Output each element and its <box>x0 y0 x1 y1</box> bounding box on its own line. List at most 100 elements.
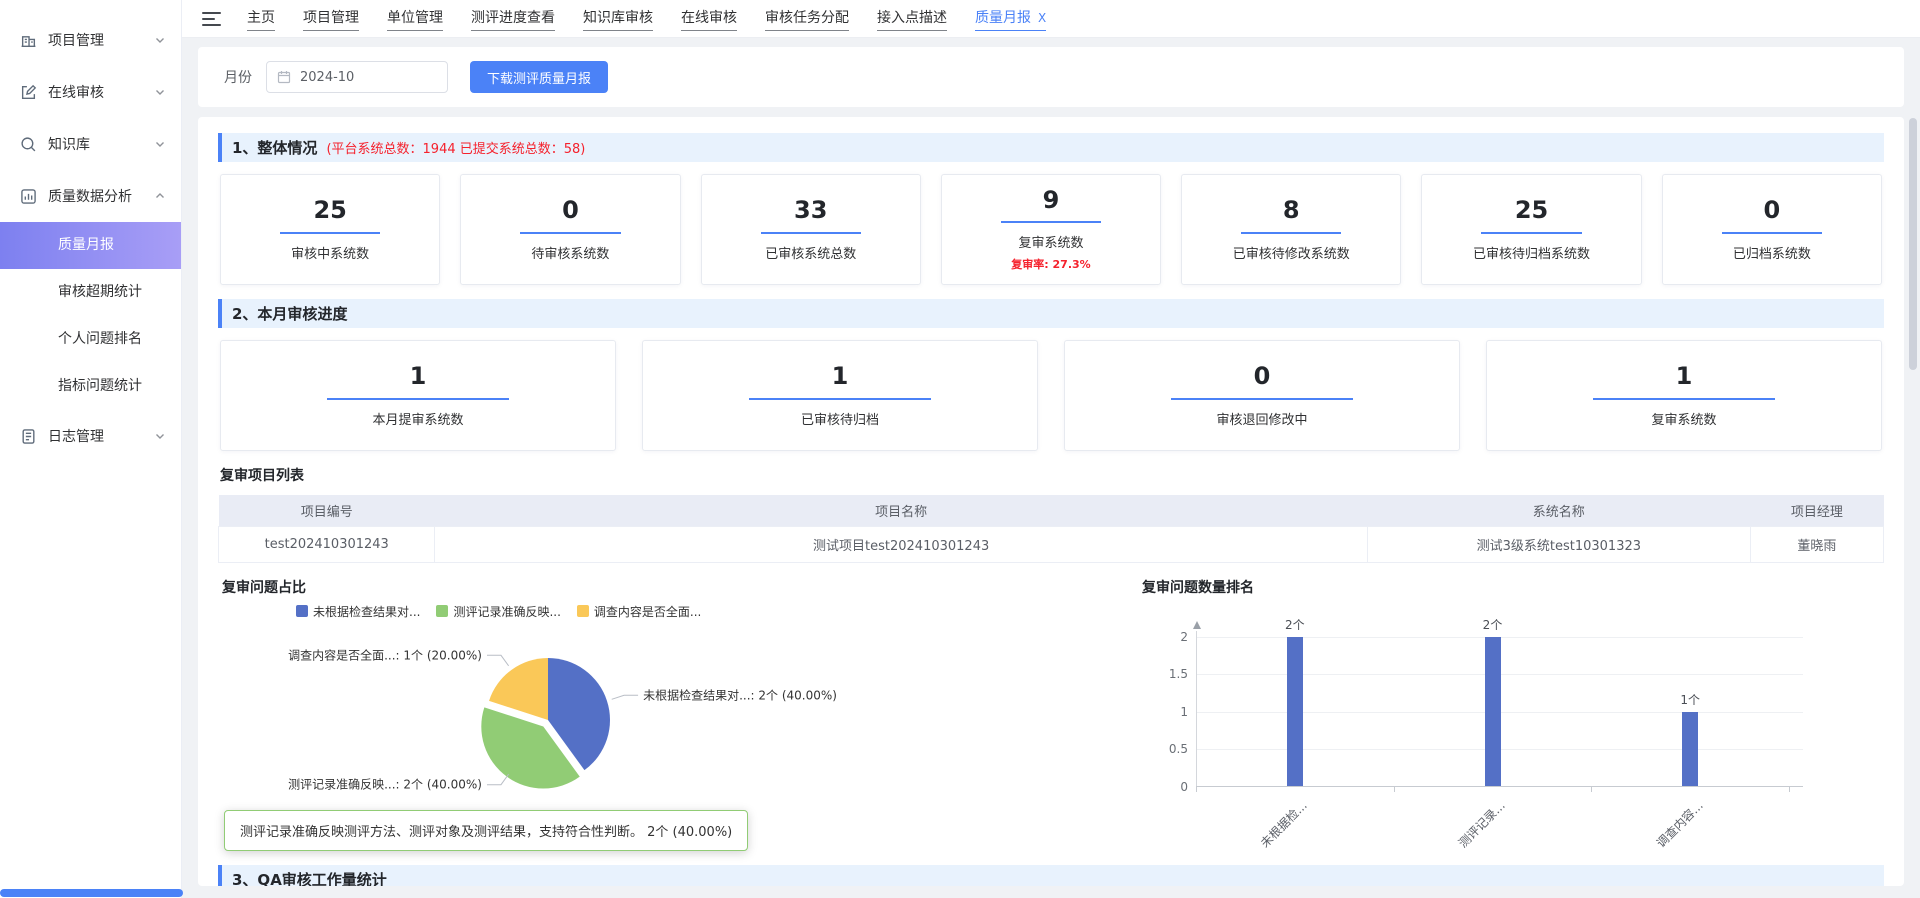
stat-card-awaiting-fix: 8 已审核待修改系统数 <box>1181 174 1401 285</box>
report-content: 1、整体情况 (平台系统总数：1944 已提交系统总数：58) 25 审核中系统… <box>198 117 1904 886</box>
stat-underline <box>1001 221 1101 223</box>
stat-card-archived: 0 已归档系统数 <box>1662 174 1882 285</box>
tab-home[interactable]: 主页 <box>247 7 275 31</box>
tab-project-management[interactable]: 项目管理 <box>303 7 359 31</box>
quality-analysis-icon <box>20 188 37 205</box>
table-row: test202410301243 测试项目test202410301243 测试… <box>219 526 1884 562</box>
legend-label: 测评记录准确反映... <box>453 603 560 620</box>
month-picker[interactable] <box>266 61 448 93</box>
bar-plot: 00.511.522个未根据检...2个测评记录...1个调查内容... <box>1196 637 1789 787</box>
col-project-name: 项目名称 <box>435 495 1367 526</box>
stat-underline <box>1481 232 1581 234</box>
stat-underline <box>1171 398 1352 400</box>
stat-label: 本月提审系统数 <box>372 409 463 428</box>
table-header-row: 项目编号 项目名称 系统名称 项目经理 <box>219 495 1884 526</box>
sidebar-item-label: 质量数据分析 <box>48 186 132 206</box>
stat-card-re-review: 9 复审系统数 复审率: 27.3% <box>941 174 1161 285</box>
y-axis-tick-label: 1.5 <box>1160 667 1188 681</box>
col-project-id: 项目编号 <box>219 495 435 526</box>
sidebar-item-indicator-issue-stats[interactable]: 指标问题统计 <box>0 363 181 410</box>
sidebar-item-personal-issue-ranking[interactable]: 个人问题排名 <box>0 316 181 363</box>
close-tab-icon[interactable]: X <box>1038 11 1046 25</box>
sidebar-item-knowledge-base[interactable]: 知识库 <box>0 118 181 170</box>
pie-tooltip: 测评记录准确反映测评方法、测评对象及测评结果，支持符合性判断。 2个 (40.0… <box>224 810 748 851</box>
bar-1[interactable] <box>1485 637 1501 787</box>
stat-card-month-awaiting-archive: 1 已审核待归档 <box>642 340 1038 451</box>
monthly-stats-row: 1 本月提审系统数 1 已审核待归档 0 审核退回修改中 1 复 <box>220 340 1882 451</box>
bar-value-label: 2个 <box>1483 616 1503 633</box>
projects-icon <box>20 32 37 49</box>
tab-unit-management[interactable]: 单位管理 <box>387 7 443 31</box>
legend-label: 调查内容是否全面... <box>594 603 701 620</box>
legend-item-2[interactable]: 调查内容是否全面... <box>577 603 701 620</box>
tab-quality-monthly-report-active[interactable]: 质量月报X <box>975 7 1046 31</box>
section-qa-header: 3、QA审核工作量统计 <box>218 865 1884 887</box>
charts-row: 复审问题占比 未根据检查结果对... 测评记录准确反映... 调查内容是否 <box>218 575 1884 859</box>
submenu-item-label: 审核超期统计 <box>58 284 142 300</box>
sidebar: 项目管理 在线审核 知识库 <box>0 0 182 898</box>
tab-knowledge-review[interactable]: 知识库审核 <box>583 7 653 31</box>
sidebar-item-review-overdue-stats[interactable]: 审核超期统计 <box>0 269 181 316</box>
section-title: 1、整体情况 <box>232 137 317 158</box>
sidebar-item-label: 知识库 <box>48 134 90 154</box>
month-input[interactable] <box>300 70 437 85</box>
stat-label: 已审核待修改系统数 <box>1233 243 1350 262</box>
pie-label-line <box>487 774 509 785</box>
section-overall-header: 1、整体情况 (平台系统总数：1944 已提交系统总数：58) <box>218 133 1884 162</box>
stat-label: 审核中系统数 <box>291 243 369 262</box>
bar-0[interactable] <box>1287 637 1303 787</box>
tab-progress-view[interactable]: 测评进度查看 <box>471 7 555 31</box>
tab-task-assignment[interactable]: 审核任务分配 <box>765 7 849 31</box>
chevron-up-icon <box>155 191 165 201</box>
chevron-down-icon <box>155 87 165 97</box>
stat-value: 1 <box>410 363 427 389</box>
tab-online-review[interactable]: 在线审核 <box>681 7 737 31</box>
x-axis-tick <box>1789 787 1790 792</box>
bar-value-label: 1个 <box>1680 691 1700 708</box>
legend-label: 未根据检查结果对... <box>313 603 420 620</box>
sidebar-item-log-management[interactable]: 日志管理 <box>0 410 181 462</box>
sidebar-item-project-management[interactable]: 项目管理 <box>0 14 181 66</box>
submenu-item-label: 个人问题排名 <box>58 331 142 347</box>
cell-project-manager: 董晓雨 <box>1750 526 1883 562</box>
x-axis-tick <box>1591 787 1592 792</box>
y-axis-tick-label: 0 <box>1160 780 1188 794</box>
stat-underline <box>280 232 380 234</box>
y-axis-tick-label: 2 <box>1160 630 1188 644</box>
filter-bar: 月份 下载测评质量月报 <box>198 47 1904 107</box>
bar-chart-panel: 复审问题数量排名 00.511.522个未根据检...2个测评记录...1个调查… <box>1138 575 1884 859</box>
section-title: 3、QA审核工作量统计 <box>232 869 387 887</box>
bar-2[interactable] <box>1682 712 1698 787</box>
chevron-down-icon <box>155 35 165 45</box>
y-axis-tick-label: 1 <box>1160 705 1188 719</box>
stat-label: 审核退回修改中 <box>1216 409 1307 428</box>
stat-card-month-re-review: 1 复审系统数 <box>1486 340 1882 451</box>
section-monthly-header: 2、本月审核进度 <box>218 299 1884 328</box>
collapse-menu-icon[interactable] <box>202 12 221 26</box>
download-report-button[interactable]: 下载测评质量月报 <box>470 61 608 93</box>
vertical-scrollbar[interactable] <box>1909 118 1917 370</box>
sidebar-item-quality-analysis[interactable]: 质量数据分析 <box>0 170 181 222</box>
legend-item-1[interactable]: 测评记录准确反映... <box>436 603 560 620</box>
stat-value: 8 <box>1283 197 1300 223</box>
x-axis-tick <box>1394 787 1395 792</box>
horizontal-scrollbar[interactable] <box>0 889 183 897</box>
stat-label: 复审系统数 <box>1018 232 1083 251</box>
sidebar-item-quality-monthly-report[interactable]: 质量月报 <box>0 222 181 269</box>
bar-value-label: 2个 <box>1285 616 1305 633</box>
pie-chart: 未根据检查结果对...: 2个 (40.00%)测评记录准确反映...: 2个 … <box>218 620 1078 820</box>
main-column: 主页 项目管理 单位管理 测评进度查看 知识库审核 在线审核 审核任务分配 接入… <box>182 0 1920 898</box>
pie-slice-label: 调查内容是否全面...: 1个 (20.00%) <box>288 647 482 662</box>
logs-icon <box>20 428 37 445</box>
sidebar-item-online-review[interactable]: 在线审核 <box>0 66 181 118</box>
legend-item-0[interactable]: 未根据检查结果对... <box>296 603 420 620</box>
calendar-icon <box>277 70 291 84</box>
tab-access-point[interactable]: 接入点描述 <box>877 7 947 31</box>
stat-underline <box>327 398 508 400</box>
stat-underline <box>1593 398 1774 400</box>
stat-card-awaiting-archive: 25 已审核待归档系统数 <box>1421 174 1641 285</box>
pie-slice[interactable] <box>489 658 548 720</box>
pie-slice-label: 未根据检查结果对...: 2个 (40.00%) <box>643 687 837 702</box>
y-axis-tick-label: 0.5 <box>1160 742 1188 756</box>
online-review-icon <box>20 84 37 101</box>
